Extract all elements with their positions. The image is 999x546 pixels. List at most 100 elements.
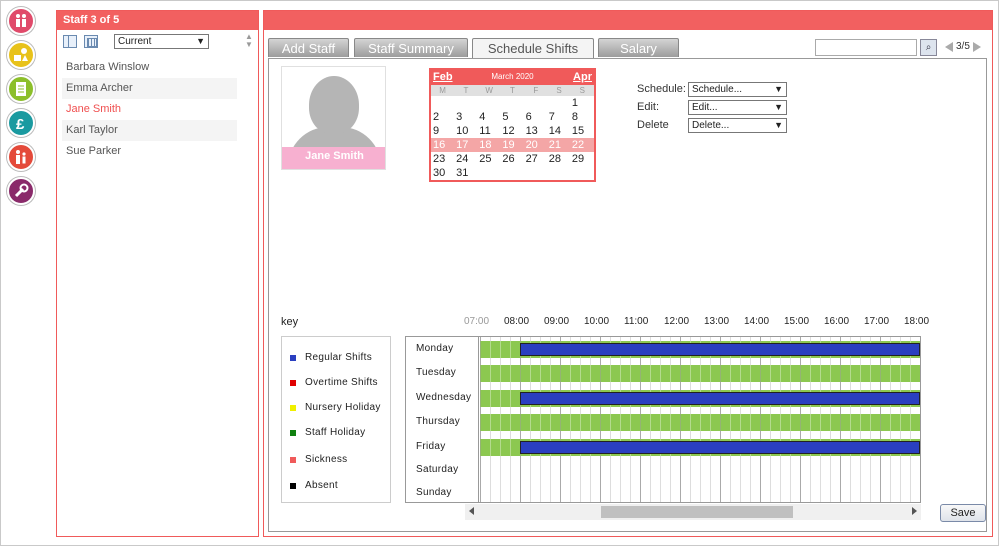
calendar-day[interactable]: 28 xyxy=(548,152,571,166)
calendar-day[interactable]: 26 xyxy=(501,152,524,166)
staff-item-selected[interactable]: Jane Smith xyxy=(62,99,237,120)
schedule-select-value: Schedule... xyxy=(692,84,743,95)
key-swatch-staff-holiday xyxy=(290,429,296,436)
next-staff-icon[interactable] xyxy=(972,41,981,52)
search-icon[interactable]: ⌕ xyxy=(920,39,937,56)
tab-schedule-shifts[interactable]: Schedule Shifts xyxy=(472,38,594,58)
prev-staff-icon[interactable] xyxy=(945,41,953,52)
calendar-day[interactable]: 11 xyxy=(478,124,501,138)
calendar-week-row: 16 17 18 19 20 21 22 xyxy=(431,138,594,152)
calendar-day xyxy=(571,166,594,180)
time-label: 08:00 xyxy=(504,316,530,327)
dropdown-arrow-icon: ▼ xyxy=(774,102,783,112)
key-item: Staff Holiday xyxy=(290,427,365,438)
calendar-day[interactable]: 4 xyxy=(478,110,501,124)
time-label: 18:00 xyxy=(904,316,930,327)
list-view-icon[interactable] xyxy=(63,35,77,48)
calendar-day[interactable]: 20 xyxy=(525,138,548,152)
nav-settings-wrench-icon[interactable] xyxy=(7,177,35,205)
calendar-day[interactable]: 17 xyxy=(455,138,478,152)
dropdown-arrow-icon: ▼ xyxy=(196,36,205,46)
tab-staff-summary[interactable]: Staff Summary xyxy=(354,38,468,57)
shift-grid-area[interactable] xyxy=(480,337,920,502)
calendar-day[interactable]: 22 xyxy=(571,138,594,152)
horizontal-scrollbar[interactable] xyxy=(465,504,921,520)
time-axis: 07:00 08:00 09:00 10:00 11:00 12:00 13:00 14:00… xyxy=(464,316,929,330)
day-label: Saturday xyxy=(416,464,459,475)
grid-view-icon[interactable] xyxy=(84,35,98,48)
main-panel-header xyxy=(264,11,992,30)
nav-family-icon[interactable] xyxy=(7,7,35,35)
day-label: Thursday xyxy=(416,416,461,427)
regular-shift-bar[interactable] xyxy=(520,392,920,405)
calendar-day[interactable]: 7 xyxy=(548,110,571,124)
calendar-day[interactable]: 8 xyxy=(571,110,594,124)
scroll-left-icon[interactable] xyxy=(469,507,474,515)
calendar-day[interactable]: 16 xyxy=(432,138,455,152)
nav-staff-icon[interactable] xyxy=(7,143,35,171)
calendar-day[interactable]: 10 xyxy=(455,124,478,138)
scroll-right-icon[interactable] xyxy=(912,507,917,515)
calendar-day[interactable]: 3 xyxy=(455,110,478,124)
calendar-day[interactable]: 23 xyxy=(432,152,455,166)
weekday: T xyxy=(463,86,469,95)
calendar-day[interactable]: 12 xyxy=(501,124,524,138)
tab-salary[interactable]: Salary xyxy=(598,38,679,57)
calendar-week-row: 9 10 11 12 13 14 15 xyxy=(431,124,594,138)
calendar-day[interactable]: 18 xyxy=(478,138,501,152)
staff-filter-select[interactable]: Current ▼ xyxy=(114,34,209,49)
nav-blocks-icon[interactable] xyxy=(7,41,35,69)
staff-item[interactable]: Sue Parker xyxy=(62,141,237,162)
staff-item[interactable]: Emma Archer xyxy=(62,78,237,99)
calendar-day[interactable]: 30 xyxy=(432,166,455,180)
avatar-silhouette-head xyxy=(309,76,359,134)
calendar-day[interactable]: 29 xyxy=(571,152,594,166)
calendar-day[interactable]: 5 xyxy=(501,110,524,124)
time-label: 07:00 xyxy=(464,316,490,327)
list-scroll-arrows-icon[interactable]: ▲ ▼ xyxy=(245,33,253,49)
key-item: Sickness xyxy=(290,454,347,465)
calendar-day[interactable]: 25 xyxy=(478,152,501,166)
calendar-day[interactable]: 13 xyxy=(525,124,548,138)
calendar-day[interactable]: 2 xyxy=(432,110,455,124)
calendar-next-month[interactable]: Apr xyxy=(573,71,592,83)
time-label: 16:00 xyxy=(824,316,850,327)
delete-select[interactable]: Delete... ▼ xyxy=(688,118,787,133)
save-button[interactable]: Save xyxy=(940,504,986,522)
calendar-day[interactable]: 9 xyxy=(432,124,455,138)
availability-bar[interactable] xyxy=(480,365,920,382)
calendar-day[interactable]: 19 xyxy=(501,138,524,152)
nav-pound-icon[interactable]: £ xyxy=(7,109,35,137)
nav-notes-icon[interactable] xyxy=(7,75,35,103)
calendar-day[interactable]: 21 xyxy=(548,138,571,152)
calendar-day[interactable]: 24 xyxy=(455,152,478,166)
tab-add-staff[interactable]: Add Staff xyxy=(268,38,349,57)
schedule-select[interactable]: Schedule... ▼ xyxy=(688,82,787,97)
staff-item[interactable]: Karl Taylor xyxy=(62,120,237,141)
schedule-content: Jane Smith Feb March 2020 Apr M T W T F … xyxy=(268,58,987,532)
weekday: W xyxy=(485,86,493,95)
staff-item[interactable]: Barbara Winslow xyxy=(62,57,237,78)
key-label: Overtime Shifts xyxy=(305,377,378,388)
staff-filter-value: Current xyxy=(118,36,152,47)
staff-toolbar: Current ▼ ▲ ▼ xyxy=(57,30,258,52)
regular-shift-bar[interactable] xyxy=(520,441,920,454)
calendar-day[interactable]: 31 xyxy=(455,166,478,180)
calendar-day[interactable]: 6 xyxy=(525,110,548,124)
key-swatch-sickness xyxy=(290,456,296,463)
search-input[interactable] xyxy=(815,39,917,56)
regular-shift-bar[interactable] xyxy=(520,343,920,356)
scrollbar-thumb[interactable] xyxy=(601,506,793,518)
day-label: Wednesday xyxy=(416,392,472,403)
calendar-day[interactable]: 14 xyxy=(548,124,571,138)
pager-label: 3/5 xyxy=(956,41,970,52)
staff-panel-title: Staff 3 of 5 xyxy=(57,11,258,30)
key-label: Sickness xyxy=(305,454,348,465)
calendar-day[interactable]: 27 xyxy=(525,152,548,166)
calendar-day[interactable]: 15 xyxy=(571,124,594,138)
availability-bar[interactable] xyxy=(480,414,920,431)
calendar-day xyxy=(501,96,524,110)
svg-text:£: £ xyxy=(16,116,25,132)
calendar-day[interactable]: 1 xyxy=(571,96,594,110)
edit-select[interactable]: Edit... ▼ xyxy=(688,100,787,115)
